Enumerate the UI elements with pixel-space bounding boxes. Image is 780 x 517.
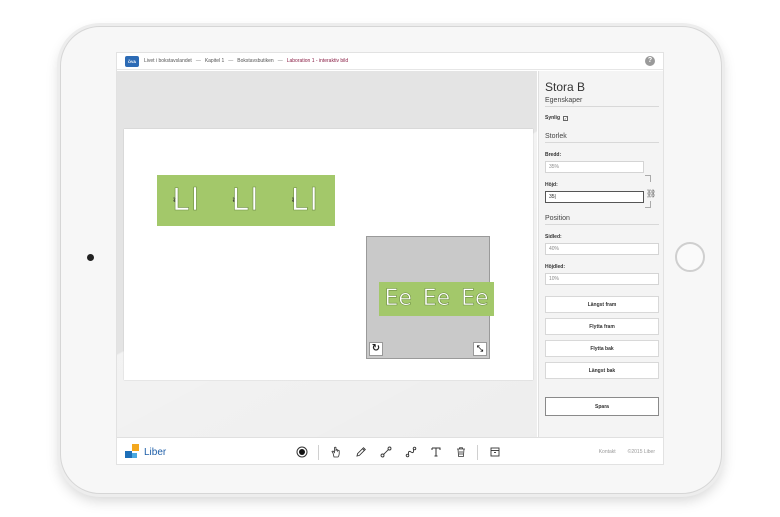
footer-links: Kontakt ©2015 Liber <box>587 449 655 455</box>
width-label: Bredd: <box>545 152 562 158</box>
curve-tool-icon[interactable] <box>402 444 419 461</box>
letter-glyph: Ee <box>461 286 489 312</box>
letter-glyph: Ll 1 2 <box>231 182 260 219</box>
canvas-page[interactable]: Ll 1 2 Ll 1 2 Ll 1 2 Ee Ee Ee ↻ ⤡ <box>124 129 533 380</box>
record-dot-icon[interactable] <box>293 444 310 461</box>
visible-checkbox[interactable]: ✓ <box>563 115 569 121</box>
letter-glyph: Ee <box>422 286 451 312</box>
liber-logo: Liber <box>125 444 166 461</box>
toolbar-divider <box>318 445 319 460</box>
layer-buttons: Längst fram Flytta fram Flytta bak Längs… <box>545 296 659 379</box>
visible-label: Synlig <box>545 115 561 121</box>
breadcrumb-separator: — <box>277 58 283 64</box>
stroke-guide-number: 2 <box>173 196 178 202</box>
contact-link[interactable]: Kontakt <box>599 449 616 455</box>
toolbar-divider <box>477 445 478 460</box>
resize-handle-icon[interactable]: ⤡ <box>473 342 487 356</box>
send-backward-button[interactable]: Flytta bak <box>545 340 659 357</box>
ipad-home-button <box>675 242 705 272</box>
properties-heading: Egenskaper <box>545 97 659 107</box>
text-tool-icon[interactable] <box>427 444 444 461</box>
size-heading: Storlek <box>545 133 659 143</box>
canvas-workspace: Ll 1 2 Ll 1 2 Ll 1 2 Ee Ee Ee ↻ ⤡ <box>117 71 537 437</box>
letter-glyph: Ll 1 2 <box>290 182 320 219</box>
send-to-back-button[interactable]: Längst bak <box>545 362 659 379</box>
stroke-guide-number: 2 <box>291 196 297 202</box>
trash-icon[interactable] <box>452 444 469 461</box>
rotate-handle-icon[interactable]: ↻ <box>369 342 383 356</box>
copyright-text: ©2015 Liber <box>627 449 655 455</box>
ipad-camera <box>87 254 94 261</box>
bring-to-front-button[interactable]: Längst fram <box>545 296 659 313</box>
breadcrumb-item-chapter[interactable]: Kapitel 1 <box>205 58 224 64</box>
x-position-label: Sidled: <box>545 234 562 240</box>
pencil-icon[interactable] <box>352 444 369 461</box>
bottom-toolbar: Liber Kontakt ©2015 Liber <box>117 437 663 464</box>
y-position-input[interactable] <box>545 273 659 285</box>
stroke-guide-number: 2 <box>232 196 237 202</box>
letter-image-e[interactable]: Ee Ee Ee <box>379 282 494 316</box>
height-label: Höjd: <box>545 182 558 188</box>
height-input[interactable] <box>545 191 644 203</box>
liber-logo-mark <box>125 444 141 461</box>
help-icon[interactable]: ? <box>645 56 655 66</box>
save-button[interactable]: Spara <box>545 397 659 416</box>
top-bar: ÖVA Livet i bokstavslandet — Kapitel 1 —… <box>117 53 663 70</box>
liber-logo-text: Liber <box>144 447 167 458</box>
breadcrumb-item-section[interactable]: Bokstavsbutiken <box>237 58 273 64</box>
app-screen: ÖVA Livet i bokstavslandet — Kapitel 1 —… <box>116 52 664 465</box>
breadcrumb-separator: — <box>195 58 201 64</box>
hand-pointer-icon[interactable] <box>327 444 344 461</box>
breadcrumb-item-book[interactable]: Livet i bokstavslandet <box>144 58 192 64</box>
visible-row: Synlig ✓ <box>545 115 659 121</box>
x-position-input[interactable] <box>545 243 659 255</box>
aspect-lock-link-icon[interactable]: ⛓ <box>646 189 656 198</box>
tool-group <box>293 444 511 461</box>
aspect-link-bracket <box>645 201 651 208</box>
panel-title: Stora B <box>545 80 586 94</box>
properties-panel: Stora B Egenskaper Synlig ✓ Storlek Bred… <box>538 71 663 437</box>
y-position-label: Höjdled: <box>545 264 565 270</box>
breadcrumb-current: Laboration 1 - interaktiv bild <box>286 58 349 64</box>
position-heading: Position <box>545 215 659 225</box>
breadcrumb: Livet i bokstavslandet — Kapitel 1 — Bok… <box>144 58 348 64</box>
breadcrumb-separator: — <box>228 58 234 64</box>
letter-glyph: Ee <box>384 286 412 312</box>
line-tool-icon[interactable] <box>377 444 394 461</box>
archive-box-icon[interactable] <box>486 444 503 461</box>
app-logo[interactable]: ÖVA <box>125 55 139 67</box>
letter-image-l[interactable]: Ll 1 2 Ll 1 2 Ll 1 2 <box>157 175 335 226</box>
bring-forward-button[interactable]: Flytta fram <box>545 318 659 335</box>
letter-glyph: Ll 1 2 <box>172 182 201 219</box>
selected-image-frame[interactable]: Ee Ee Ee ↻ ⤡ <box>366 236 494 359</box>
width-input[interactable] <box>545 161 644 173</box>
aspect-link-bracket <box>645 175 651 182</box>
